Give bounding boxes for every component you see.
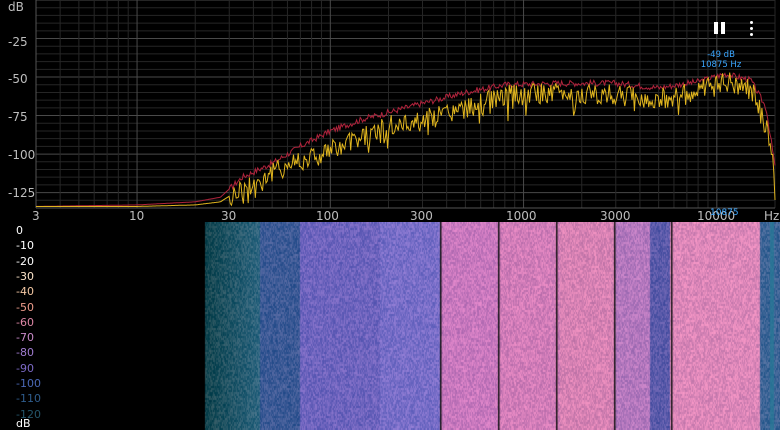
x-unit-label: Hz	[764, 209, 780, 223]
legend-label: -60	[16, 315, 34, 329]
legend-label: -20	[16, 254, 34, 268]
x-tick: 100	[316, 209, 339, 223]
legend-label: -90	[16, 361, 34, 375]
cursor-level: -49 dB	[707, 50, 735, 60]
y-tick: -75	[8, 110, 28, 124]
legend-label: -10	[16, 239, 34, 253]
pause-icon	[714, 22, 718, 34]
legend-label: -80	[16, 346, 34, 360]
cursor-readout: -49 dB 10875 Hz	[700, 50, 742, 70]
x-tick: 3000	[600, 209, 631, 223]
legend-label: -40	[16, 285, 34, 299]
legend-label: 0	[16, 224, 23, 237]
legend-label: -70	[16, 331, 34, 345]
y-tick: -100	[8, 148, 36, 162]
x-tick: 300	[410, 209, 433, 223]
spectrogram-legend: 0 -10 -20 -30 -40 -50 -60 -70 -80 -90 -100 -110 -120…	[0, 222, 41, 430]
pause-button[interactable]	[712, 20, 728, 36]
y-unit-label: dB	[8, 0, 24, 14]
more-options-button[interactable]	[746, 20, 758, 38]
x-tick: 1000	[506, 209, 537, 223]
y-tick: -50	[8, 72, 28, 86]
spectrogram[interactable]	[0, 222, 780, 430]
legend-label: -50	[16, 300, 34, 314]
y-tick: -25	[8, 35, 28, 49]
cursor-marker-label: 10875	[710, 208, 739, 218]
legend-unit: dB	[16, 417, 31, 430]
y-tick: -125	[8, 186, 36, 200]
legend-label: -100	[16, 377, 41, 390]
cursor-frequency: 10875 Hz	[700, 60, 742, 70]
more-vert-icon	[750, 21, 753, 24]
x-tick: 3	[32, 209, 40, 223]
x-tick: 10	[129, 209, 145, 223]
x-tick: 30	[221, 209, 237, 223]
spectrum-plot[interactable]	[0, 0, 780, 210]
legend-label: -30	[16, 269, 34, 283]
legend-label: -110	[16, 392, 41, 406]
